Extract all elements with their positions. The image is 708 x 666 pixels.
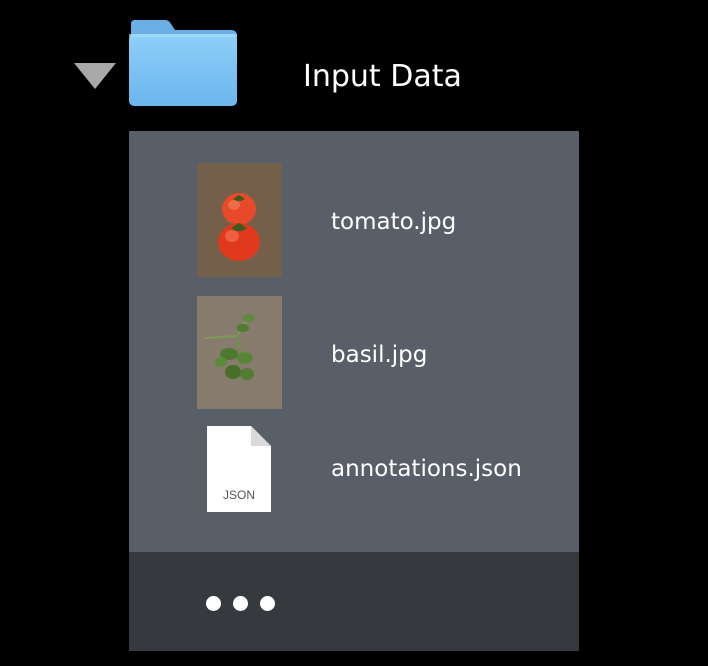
folder-icon[interactable] bbox=[127, 18, 239, 108]
json-icon-label: JSON bbox=[223, 488, 255, 502]
file-name: basil.jpg bbox=[331, 342, 428, 368]
dot bbox=[233, 596, 248, 611]
file-name: annotations.json bbox=[331, 456, 522, 482]
basil-thumbnail-icon bbox=[197, 296, 282, 410]
dot bbox=[260, 596, 275, 611]
dot bbox=[206, 596, 221, 611]
folder-contents-panel: tomato.jpg basil.jpg JSON annotations.js… bbox=[129, 131, 579, 651]
json-document-icon: JSON bbox=[207, 426, 271, 512]
ellipsis-icon[interactable] bbox=[199, 590, 279, 616]
file-item-annotations[interactable]: JSON annotations.json bbox=[129, 426, 579, 516]
file-item-tomato[interactable]: tomato.jpg bbox=[129, 163, 579, 279]
file-name: tomato.jpg bbox=[331, 209, 457, 235]
more-row bbox=[129, 552, 579, 651]
folder-title: Input Data bbox=[303, 59, 462, 94]
tomato-thumbnail-icon bbox=[197, 163, 282, 277]
file-item-basil[interactable]: basil.jpg bbox=[129, 296, 579, 409]
disclosure-triangle-icon[interactable] bbox=[74, 63, 116, 89]
